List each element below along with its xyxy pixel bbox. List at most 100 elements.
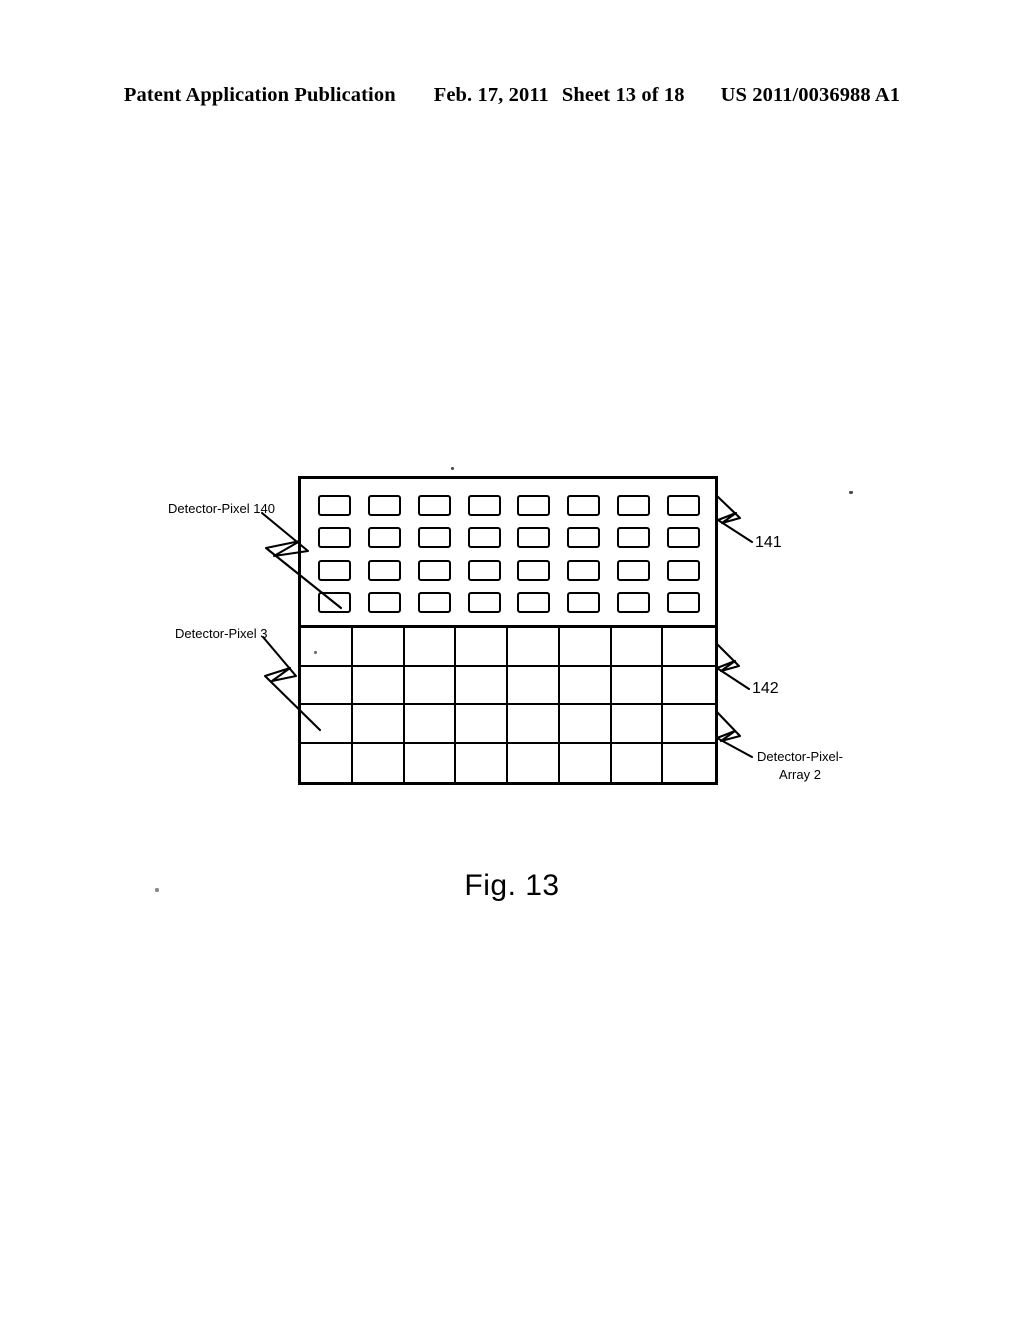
- detector-region-lower-142: [301, 628, 715, 782]
- label-detector-pixel-array-2-line1: Detector-Pixel-: [757, 749, 843, 764]
- pixel-cell: [509, 522, 559, 555]
- detector-pixel: [318, 494, 352, 516]
- detector-pixel: [368, 527, 402, 549]
- pixel-cell: [459, 554, 509, 587]
- detector-pixel: [567, 592, 601, 614]
- detector-pixel: [616, 592, 650, 614]
- grid-cell: [663, 705, 715, 744]
- grid-cell: [404, 666, 457, 705]
- detector-pixel: [666, 592, 700, 614]
- pixel-cell: [559, 489, 609, 522]
- grid-cell: [559, 666, 612, 705]
- detector-pixel: [616, 494, 650, 516]
- pixel-cell: [310, 522, 360, 555]
- pixel-cell: [658, 522, 708, 555]
- grid-cell: [560, 743, 612, 782]
- pixel-cell: [360, 587, 410, 620]
- detector-pixel: [467, 494, 501, 516]
- grid-cell: [611, 628, 664, 667]
- scan-speck: [849, 491, 853, 494]
- detector-pixel: [318, 559, 352, 581]
- pixel-cell: [410, 522, 460, 555]
- grid-cell: [508, 666, 560, 705]
- grid-cell: [663, 628, 715, 667]
- detector-pixel-grid: [310, 489, 708, 619]
- grid-cell: [301, 628, 353, 667]
- grid-cell: [352, 705, 405, 744]
- detector-pixel: [417, 559, 451, 581]
- detector-pixel: [517, 494, 551, 516]
- pixel-cell: [658, 587, 708, 620]
- scan-speck: [451, 467, 454, 470]
- grid-cell: [612, 743, 664, 782]
- pixel-cell: [658, 554, 708, 587]
- leader-line-141: [715, 494, 754, 544]
- grid-cell: [559, 705, 612, 744]
- grid-cell: [559, 628, 612, 667]
- grid-cell: [456, 743, 508, 782]
- detector-pixel: [567, 527, 601, 549]
- grid-cell: [352, 628, 405, 667]
- grid-cell: [663, 667, 715, 705]
- grid-cell: [663, 744, 715, 783]
- detector-pixel: [567, 494, 601, 516]
- pixel-cell: [609, 489, 659, 522]
- label-reference-141: 141: [755, 534, 782, 551]
- detector-pixel: [517, 559, 551, 581]
- pixel-cell: [410, 554, 460, 587]
- label-detector-pixel-array-2: Detector-Pixel- Array 2: [757, 748, 843, 783]
- pixel-cell: [609, 522, 659, 555]
- grid-cell: [456, 705, 508, 744]
- pixel-cell: [310, 587, 360, 620]
- detector-pixel: [666, 527, 700, 549]
- grid-cell: [405, 743, 457, 782]
- detector-pixel: [318, 527, 352, 549]
- detector-pixel: [467, 527, 501, 549]
- pixel-cell: [459, 522, 509, 555]
- pixel-cell: [360, 522, 410, 555]
- grid-cell: [611, 705, 664, 744]
- grid-cell: [508, 628, 560, 667]
- detector-pixel-array-outline: [298, 476, 718, 785]
- grid-cell: [404, 628, 457, 667]
- detector-pixel: [616, 559, 650, 581]
- grid-cell: [456, 628, 508, 667]
- label-detector-pixel-3: Detector-Pixel 3: [175, 626, 268, 641]
- detector-pixel: [517, 527, 551, 549]
- label-detector-pixel-array-2-line2: Array 2: [779, 766, 821, 782]
- grid-cell: [301, 705, 353, 744]
- pixel-cell: [559, 587, 609, 620]
- pixel-cell: [509, 587, 559, 620]
- detector-pixel: [368, 592, 402, 614]
- grid-cell: [456, 666, 508, 705]
- detector-pixel: [616, 527, 650, 549]
- detector-cell-grid: [301, 628, 715, 782]
- detector-region-upper-141: [301, 479, 715, 628]
- label-detector-pixel-140: Detector-Pixel 140: [168, 501, 275, 516]
- pixel-cell: [509, 554, 559, 587]
- scan-speck: [314, 651, 317, 654]
- grid-cell: [301, 666, 353, 705]
- detector-pixel: [666, 559, 700, 581]
- figure-caption: Fig. 13: [464, 869, 560, 902]
- pixel-cell: [559, 522, 609, 555]
- leader-line-detector-pixel-array-2: [715, 710, 754, 759]
- detector-pixel: [666, 494, 700, 516]
- detector-pixel: [467, 559, 501, 581]
- grid-cell: [353, 743, 405, 782]
- grid-cell: [611, 666, 664, 705]
- detector-pixel: [417, 592, 451, 614]
- pixel-cell: [609, 554, 659, 587]
- figure-13: Detector-Pixel 140 Detector-Pixel 3 141 …: [0, 0, 1024, 1320]
- pixel-cell: [310, 489, 360, 522]
- pixel-cell: [609, 587, 659, 620]
- detector-pixel: [517, 592, 551, 614]
- pixel-cell: [658, 489, 708, 522]
- pixel-cell: [360, 489, 410, 522]
- detector-pixel: [417, 527, 451, 549]
- detector-pixel: [417, 494, 451, 516]
- label-reference-142: 142: [752, 680, 779, 697]
- detector-pixel: [567, 559, 601, 581]
- pixel-cell: [459, 489, 509, 522]
- grid-cell: [508, 705, 560, 744]
